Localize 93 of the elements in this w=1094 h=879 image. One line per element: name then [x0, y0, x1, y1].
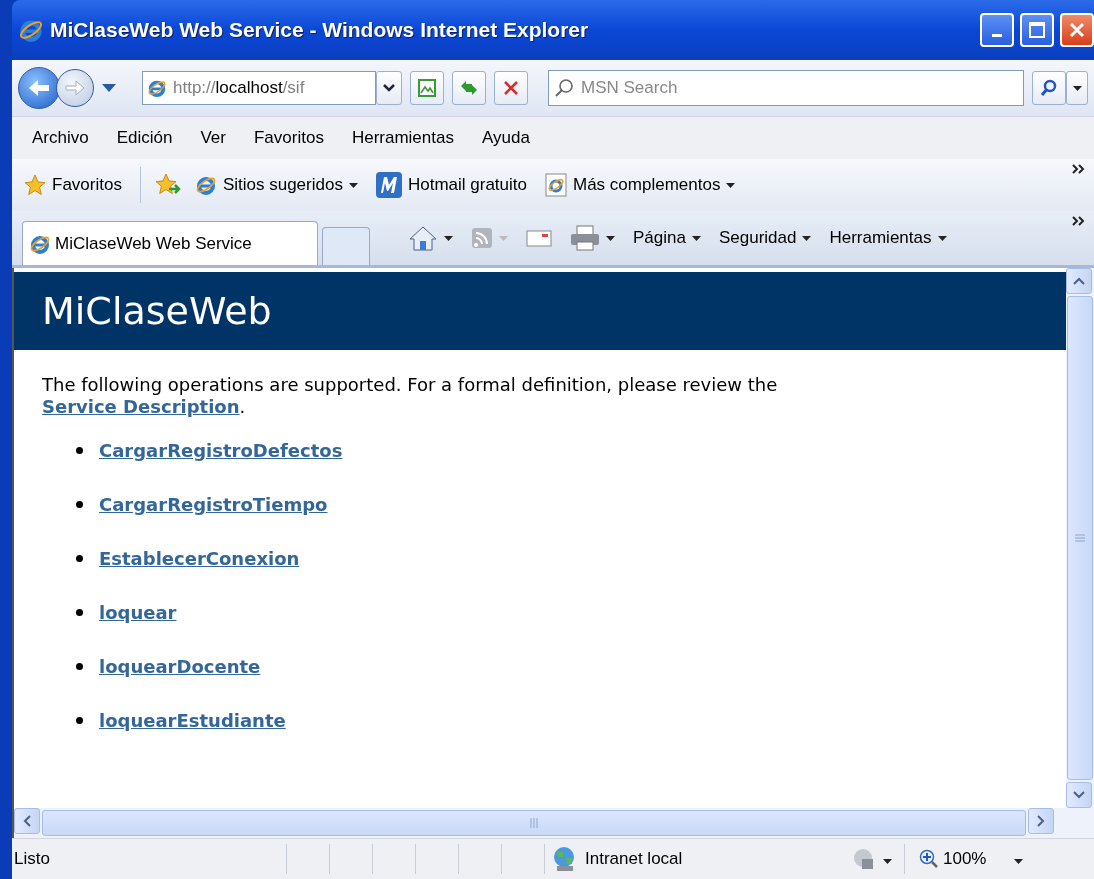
house-icon: [408, 225, 438, 251]
status-text: Listo: [13, 849, 51, 869]
caret-icon: [444, 235, 453, 241]
envelope-icon: [526, 228, 552, 248]
scroll-down-button[interactable]: [1066, 782, 1092, 808]
caret-icon: [937, 235, 947, 241]
caret-icon: [499, 235, 508, 241]
bullet-icon: [76, 609, 83, 616]
page-header: MiClaseWeb: [14, 272, 1066, 350]
operation-link[interactable]: loquear: [99, 602, 177, 623]
close-button[interactable]: [1060, 13, 1094, 47]
menu-item[interactable]: Ayuda: [467, 128, 544, 148]
star-icon: [24, 174, 46, 196]
maximize-icon: [1029, 22, 1045, 38]
menu-item[interactable]: Herramientas: [337, 128, 468, 148]
page-icon: [147, 78, 167, 98]
menu-item[interactable]: Ver: [186, 128, 240, 148]
bullet-icon: [76, 501, 83, 508]
ie-logo-icon: [194, 174, 217, 196]
arrow-right-icon: [64, 79, 86, 97]
chevron-up-icon: [1073, 277, 1085, 285]
bullet-icon: [76, 447, 83, 454]
compatibility-button[interactable]: [410, 71, 444, 105]
favorites-bar-item[interactable]: Más complementos: [541, 169, 740, 201]
printer-icon: [570, 225, 600, 251]
vertical-scrollbar-thumb[interactable]: [1067, 296, 1093, 780]
search-icon: [1040, 79, 1058, 97]
scroll-up-button[interactable]: [1066, 268, 1092, 294]
operation-link[interactable]: loquearEstudiante: [99, 710, 286, 731]
grip-icon: [1075, 534, 1085, 542]
caret-icon: [802, 235, 812, 241]
grip-icon: [530, 818, 538, 828]
add-favorite-icon[interactable]: [154, 173, 181, 197]
history-dropdown-icon[interactable]: [102, 84, 116, 92]
back-button[interactable]: [18, 67, 60, 109]
maximize-button[interactable]: [1020, 13, 1054, 47]
caret-icon: [691, 235, 701, 241]
command-menu[interactable]: Página: [631, 226, 703, 250]
image-icon: [417, 78, 437, 98]
chevron-down-icon: [1073, 791, 1085, 799]
search-button[interactable]: [1032, 71, 1066, 105]
feed-icon: [471, 227, 493, 249]
favorites-bar-item[interactable]: Hotmail gratuito: [371, 168, 531, 202]
operation-link[interactable]: CargarRegistroTiempo: [99, 494, 328, 515]
bullet-icon: [76, 663, 83, 670]
favorites-bar-item[interactable]: Sitios sugeridos: [190, 170, 362, 200]
caret-icon: [726, 182, 736, 188]
minimize-icon: [992, 33, 1002, 37]
chevron-down-icon: [383, 84, 395, 92]
horizontal-scrollbar-thumb[interactable]: [42, 810, 1026, 836]
command-menu[interactable]: Seguridad: [716, 226, 814, 250]
chevron-left-icon: [23, 815, 31, 827]
operation-link[interactable]: EstablecerConexion: [99, 548, 300, 569]
close-icon: [1069, 22, 1085, 38]
scroll-right-button[interactable]: [1028, 808, 1054, 834]
print-button[interactable]: [568, 223, 617, 253]
zoom-control[interactable]: 100%: [904, 844, 1024, 874]
command-menu[interactable]: Herramientas: [827, 226, 949, 250]
forward-button[interactable]: [56, 69, 94, 107]
magnifier-plus-icon: [919, 849, 939, 869]
chevron-right-icon: [1037, 815, 1045, 827]
menu-item[interactable]: Favoritos: [240, 128, 338, 148]
operation-link[interactable]: CargarRegistroDefectos: [99, 440, 343, 461]
bullet-icon: [76, 717, 83, 724]
caret-icon: [1072, 85, 1082, 91]
arrow-left-icon: [27, 78, 51, 98]
search-field[interactable]: MSN Search: [548, 70, 1024, 106]
address-dropdown-button[interactable]: [376, 71, 402, 105]
page-icon: [545, 173, 567, 197]
search-options-button[interactable]: [1066, 71, 1088, 105]
menu-item[interactable]: Archivo: [18, 128, 103, 148]
hotmail-icon: [375, 172, 402, 198]
favorites-bar-item[interactable]: Favoritos: [20, 170, 126, 200]
caret-icon: [1014, 859, 1024, 864]
bullet-icon: [76, 555, 83, 562]
chevron-icon[interactable]: [1072, 163, 1086, 175]
minimize-button[interactable]: [980, 13, 1014, 47]
browser-tab[interactable]: MiClaseWeb Web Service: [22, 221, 318, 265]
chevron-icon[interactable]: [1072, 215, 1086, 227]
caret-icon: [606, 235, 615, 241]
caret-icon: [348, 182, 358, 188]
stop-icon: [503, 80, 519, 96]
refresh-button[interactable]: [452, 71, 486, 105]
operation-link[interactable]: loquearDocente: [99, 656, 261, 677]
address-field[interactable]: http://localhost/sif: [142, 71, 376, 105]
menu-item[interactable]: Edición: [102, 128, 187, 148]
intro-text: The following operations are supported. For a formal definition, please review the Service Description.: [42, 374, 779, 418]
stop-button[interactable]: [494, 71, 528, 105]
scroll-left-button[interactable]: [14, 808, 40, 834]
window-title: MiClaseWeb Web Service - Windows Internet Explorer: [50, 18, 590, 42]
service-description-link[interactable]: Service Description: [42, 396, 240, 417]
caret-icon: [883, 859, 892, 864]
security-zone-text: Intranet local: [585, 849, 683, 869]
